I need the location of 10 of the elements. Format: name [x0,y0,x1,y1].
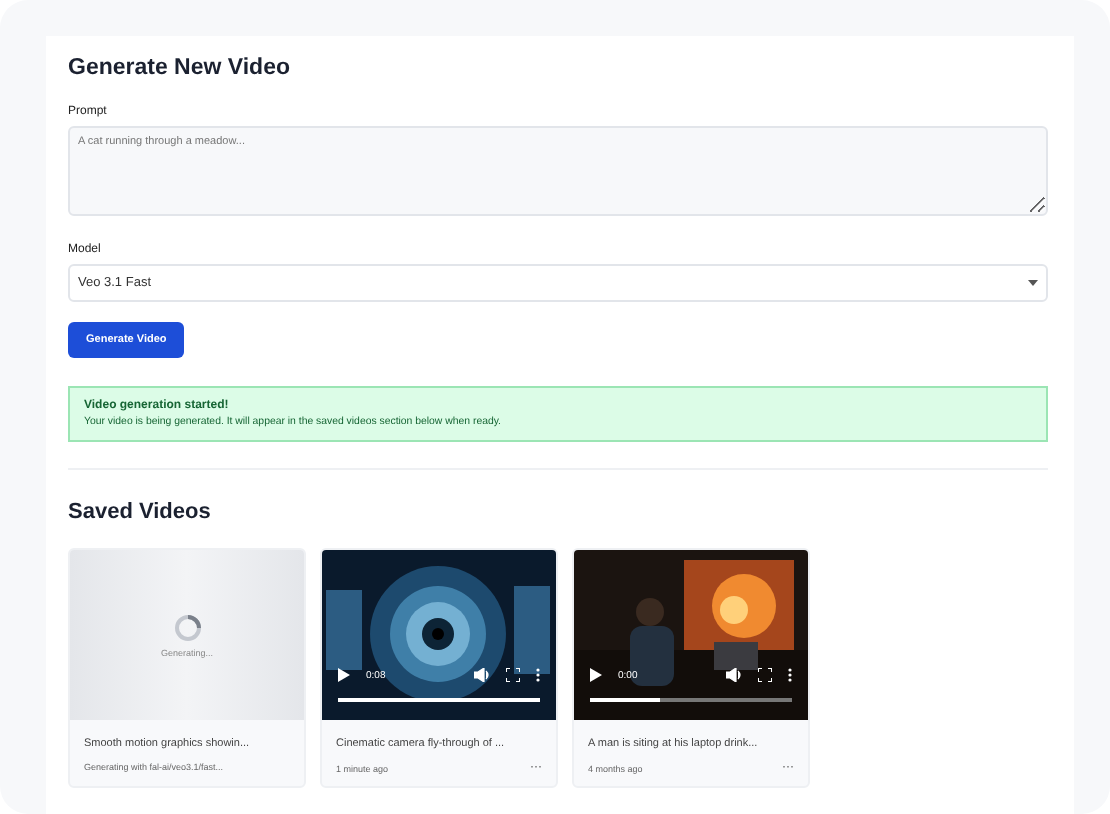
page-title: Generate New Video [68,56,292,80]
section-title: Saved Videos [68,500,213,524]
fullscreen-icon[interactable] [758,668,772,682]
spinner-icon [173,613,201,641]
volume-icon[interactable] [474,668,490,682]
fullscreen-icon[interactable] [506,668,520,682]
play-icon[interactable] [338,668,350,682]
caret-icon [1028,280,1038,286]
play-icon[interactable] [590,668,602,682]
volume-icon[interactable] [726,668,742,682]
